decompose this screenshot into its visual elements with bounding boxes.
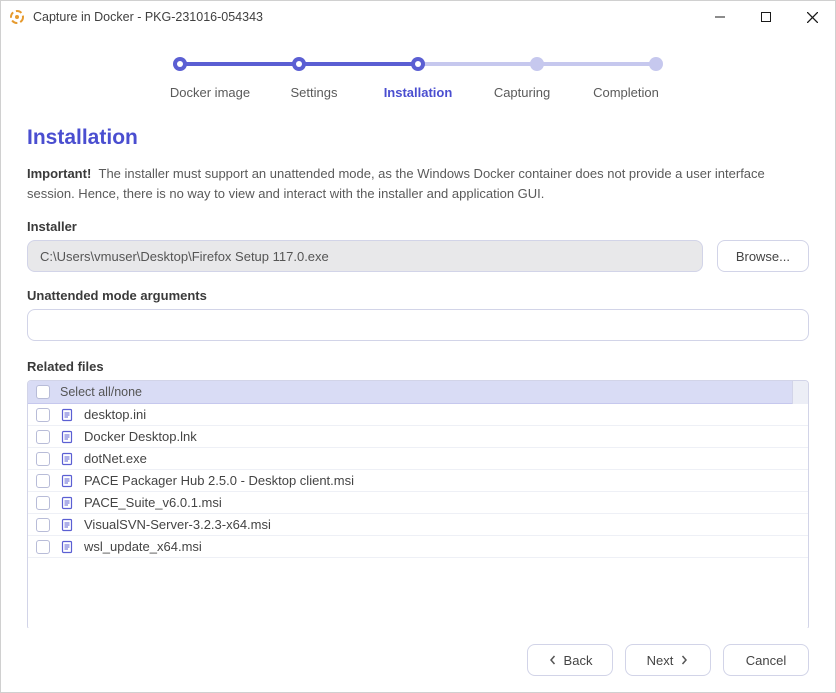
- args-input[interactable]: [27, 309, 809, 341]
- file-name: desktop.ini: [84, 407, 146, 422]
- file-icon: [60, 408, 74, 422]
- file-name: Docker Desktop.lnk: [84, 429, 197, 444]
- table-row[interactable]: desktop.ini: [28, 404, 808, 426]
- step-label-capturing: Capturing: [470, 85, 574, 100]
- select-all-label[interactable]: Select all/none: [60, 385, 142, 399]
- file-checkbox[interactable]: [36, 540, 50, 554]
- important-label: Important!: [27, 166, 91, 181]
- table-row[interactable]: dotNet.exe: [28, 448, 808, 470]
- next-button[interactable]: Next: [625, 644, 711, 676]
- step-dot-settings[interactable]: [292, 57, 306, 71]
- chevron-right-icon: [679, 655, 689, 665]
- file-icon: [60, 430, 74, 444]
- step-label-completion: Completion: [574, 85, 678, 100]
- file-name: PACE Packager Hub 2.5.0 - Desktop client…: [84, 473, 354, 488]
- table-header: Select all/none: [28, 381, 792, 404]
- args-label: Unattended mode arguments: [27, 288, 809, 303]
- scrollbar-header-stub: [792, 381, 808, 404]
- file-checkbox[interactable]: [36, 408, 50, 422]
- step-label-docker-image[interactable]: Docker image: [158, 85, 262, 100]
- related-files-label: Related files: [27, 359, 809, 374]
- file-name: dotNet.exe: [84, 451, 147, 466]
- file-icon: [60, 518, 74, 532]
- back-button[interactable]: Back: [527, 644, 613, 676]
- file-icon: [60, 496, 74, 510]
- app-window: Capture in Docker - PKG-231016-054343: [0, 0, 836, 693]
- file-list: desktop.ini Docker Desktop.lnk dotNet.exe P…: [28, 404, 808, 628]
- table-row[interactable]: VisualSVN-Server-3.2.3-x64.msi: [28, 514, 808, 536]
- file-name: PACE_Suite_v6.0.1.msi: [84, 495, 222, 510]
- wizard-stepper: Docker image Settings Installation Captu…: [158, 57, 678, 100]
- step-dot-docker-image[interactable]: [173, 57, 187, 71]
- file-icon: [60, 540, 74, 554]
- table-row[interactable]: PACE_Suite_v6.0.1.msi: [28, 492, 808, 514]
- titlebar: Capture in Docker - PKG-231016-054343: [1, 1, 835, 33]
- file-icon: [60, 452, 74, 466]
- file-checkbox[interactable]: [36, 452, 50, 466]
- related-files-table: Select all/none desktop.ini Docker Deskto…: [27, 380, 809, 628]
- step-label-installation: Installation: [366, 85, 470, 100]
- file-checkbox[interactable]: [36, 474, 50, 488]
- page-title: Installation: [27, 126, 809, 150]
- maximize-button[interactable]: [743, 1, 789, 33]
- close-button[interactable]: [789, 1, 835, 33]
- installer-label: Installer: [27, 219, 809, 234]
- browse-button[interactable]: Browse...: [717, 240, 809, 272]
- wizard-footer: Back Next Cancel: [1, 628, 835, 692]
- step-dot-completion: [649, 57, 663, 71]
- installer-path-input[interactable]: [27, 240, 703, 272]
- file-name: VisualSVN-Server-3.2.3-x64.msi: [84, 517, 271, 532]
- file-checkbox[interactable]: [36, 518, 50, 532]
- important-note: Important! The installer must support an…: [27, 164, 809, 203]
- step-dot-installation[interactable]: [411, 57, 425, 71]
- table-row[interactable]: PACE Packager Hub 2.5.0 - Desktop client…: [28, 470, 808, 492]
- table-row[interactable]: Docker Desktop.lnk: [28, 426, 808, 448]
- important-text: The installer must support an unattended…: [27, 166, 765, 201]
- file-checkbox[interactable]: [36, 496, 50, 510]
- file-name: wsl_update_x64.msi: [84, 539, 202, 554]
- chevron-left-icon: [548, 655, 558, 665]
- file-icon: [60, 474, 74, 488]
- minimize-button[interactable]: [697, 1, 743, 33]
- step-dot-capturing: [530, 57, 544, 71]
- app-icon: [9, 9, 25, 25]
- file-checkbox[interactable]: [36, 430, 50, 444]
- table-row[interactable]: wsl_update_x64.msi: [28, 536, 808, 558]
- cancel-button[interactable]: Cancel: [723, 644, 809, 676]
- window-title: Capture in Docker - PKG-231016-054343: [33, 10, 263, 24]
- step-labels: Docker image Settings Installation Captu…: [158, 85, 678, 100]
- select-all-checkbox[interactable]: [36, 385, 50, 399]
- step-label-settings[interactable]: Settings: [262, 85, 366, 100]
